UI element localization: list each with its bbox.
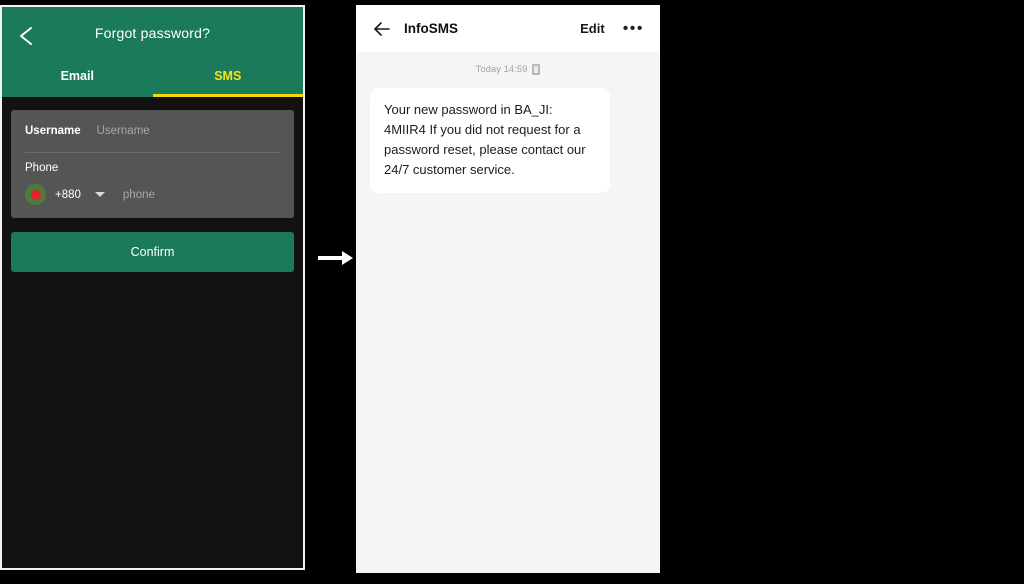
- username-input[interactable]: Username: [97, 125, 150, 137]
- phone-label: Phone: [25, 162, 59, 174]
- arrow-left-icon[interactable]: [372, 19, 392, 39]
- country-dial-code[interactable]: +880: [55, 189, 81, 201]
- message-timestamp-row: Today 14:59: [356, 61, 660, 77]
- edit-button[interactable]: Edit: [580, 21, 605, 36]
- sim-card-icon: [532, 63, 541, 75]
- tab-sms[interactable]: SMS: [152, 61, 304, 97]
- bangladesh-flag-icon[interactable]: [25, 184, 46, 205]
- tab-email[interactable]: Email: [2, 61, 153, 97]
- phone-block: Phone +880 phone: [11, 153, 294, 218]
- flag-dot: [30, 189, 41, 200]
- phone-row: +880 phone: [25, 184, 280, 205]
- phone-input[interactable]: phone: [123, 189, 155, 201]
- arrow-right-icon: [316, 248, 354, 268]
- app-header: Forgot password? Email SMS: [2, 7, 303, 97]
- more-options-icon[interactable]: •••: [623, 20, 644, 36]
- sms-header: InfoSMS Edit •••: [356, 5, 660, 52]
- reset-form-card: Username Username Phone +880 phone: [11, 110, 294, 218]
- sms-conversation-title: InfoSMS: [404, 21, 458, 36]
- chevron-down-icon[interactable]: [94, 192, 105, 197]
- username-row[interactable]: Username Username: [11, 110, 294, 152]
- forgot-password-screen: Forgot password? Email SMS Username User…: [0, 5, 305, 570]
- message-bubble: Your new password in BA_JI: 4MIIR4 If yo…: [370, 88, 610, 193]
- sms-message-list: Today 14:59 Your new password in BA_JI: …: [356, 52, 660, 193]
- page-title: Forgot password?: [94, 25, 211, 41]
- confirm-button[interactable]: Confirm: [11, 232, 294, 272]
- auth-method-tabs: Email SMS: [2, 61, 303, 97]
- username-label: Username: [25, 125, 81, 137]
- message-timestamp: Today 14:59: [475, 63, 528, 75]
- sms-inbox-screen: InfoSMS Edit ••• Today 14:59 Your new pa…: [356, 5, 660, 573]
